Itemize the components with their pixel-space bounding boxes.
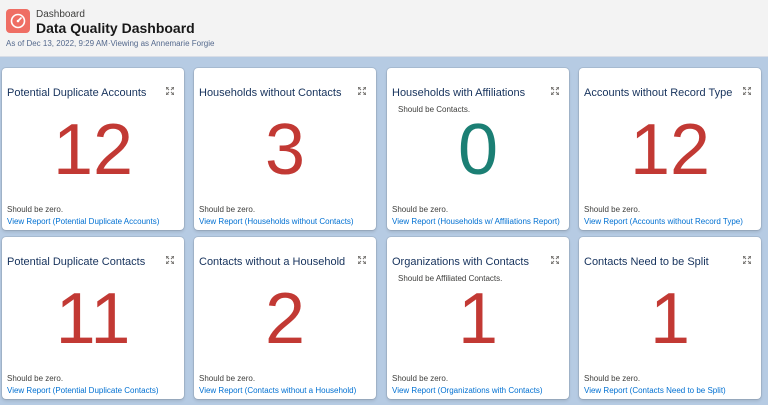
metric-value: 1 — [649, 279, 691, 359]
card-note: Should be zero. — [199, 205, 256, 214]
card-note: Should be zero. — [392, 374, 449, 383]
card-contacts-need-to-be-split: Contacts Need to be Split 1 Should be ze… — [579, 237, 761, 399]
card-note: Should be zero. — [584, 374, 641, 383]
dashboard-meta: As of Dec 13, 2022, 9:29 AM·Viewing as A… — [6, 39, 215, 48]
metric-value: 12 — [52, 110, 134, 190]
metric-value: 2 — [264, 279, 306, 359]
card-note: Should be zero. — [392, 205, 449, 214]
card-households-with-affiliations: Households with Affiliations Should be C… — [387, 68, 569, 230]
card-organizations-with-contacts: Organizations with Contacts Should be Af… — [387, 237, 569, 399]
metric-value: 11 — [55, 279, 131, 359]
card-title: Contacts without a Household — [199, 256, 346, 268]
metric-value: 12 — [629, 110, 711, 190]
expand-icon[interactable] — [743, 256, 751, 264]
dashboard-eyebrow: Dashboard — [36, 9, 85, 20]
view-report-link[interactable]: View Report (Accounts without Record Typ… — [584, 217, 743, 226]
dashboard-grid: Potential Duplicate Accounts 12 Should b… — [0, 57, 768, 405]
view-report-link[interactable]: View Report (Households without Contacts… — [199, 217, 354, 226]
dashboard-header: Dashboard Data Quality Dashboard As of D… — [0, 0, 768, 57]
card-title: Households with Affiliations — [392, 87, 526, 99]
expand-icon[interactable] — [358, 87, 366, 95]
expand-icon[interactable] — [166, 87, 174, 95]
expand-icon[interactable] — [551, 256, 559, 264]
metric-value: 3 — [264, 110, 306, 190]
view-report-link[interactable]: View Report (Households w/ Affiliations … — [392, 217, 560, 226]
card-title: Households without Contacts — [199, 87, 342, 99]
card-note: Should be zero. — [7, 205, 64, 214]
view-report-link[interactable]: View Report (Potential Duplicate Account… — [7, 217, 159, 226]
card-potential-duplicate-contacts: Potential Duplicate Contacts 11 Should b… — [2, 237, 184, 399]
expand-icon[interactable] — [551, 87, 559, 95]
metric-value: 1 — [457, 279, 499, 359]
card-households-without-contacts: Households without Contacts 3 Should be … — [194, 68, 376, 230]
metric-value: 0 — [457, 110, 499, 190]
view-report-link[interactable]: View Report (Potential Duplicate Contact… — [7, 386, 158, 395]
dashboard-app-icon — [6, 9, 30, 33]
card-title: Accounts without Record Type — [584, 87, 733, 99]
view-report-link[interactable]: View Report (Organizations with Contacts… — [392, 386, 543, 395]
card-potential-duplicate-accounts: Potential Duplicate Accounts 12 Should b… — [2, 68, 184, 230]
card-contacts-without-household: Contacts without a Household 2 Should be… — [194, 237, 376, 399]
card-note: Should be zero. — [7, 374, 64, 383]
card-title: Potential Duplicate Contacts — [7, 256, 146, 268]
view-report-link[interactable]: View Report (Contacts Need to be Split) — [584, 386, 726, 395]
card-title: Organizations with Contacts — [392, 256, 529, 268]
card-accounts-without-record-type: Accounts without Record Type 12 Should b… — [579, 68, 761, 230]
expand-icon[interactable] — [743, 87, 751, 95]
card-title: Potential Duplicate Accounts — [7, 87, 147, 99]
expand-icon[interactable] — [166, 256, 174, 264]
gauge-icon — [10, 13, 26, 29]
card-title: Contacts Need to be Split — [584, 256, 709, 268]
card-note: Should be zero. — [199, 374, 256, 383]
card-note: Should be zero. — [584, 205, 641, 214]
view-report-link[interactable]: View Report (Contacts without a Househol… — [199, 386, 356, 395]
page-title: Data Quality Dashboard — [36, 20, 195, 36]
expand-icon[interactable] — [358, 256, 366, 264]
